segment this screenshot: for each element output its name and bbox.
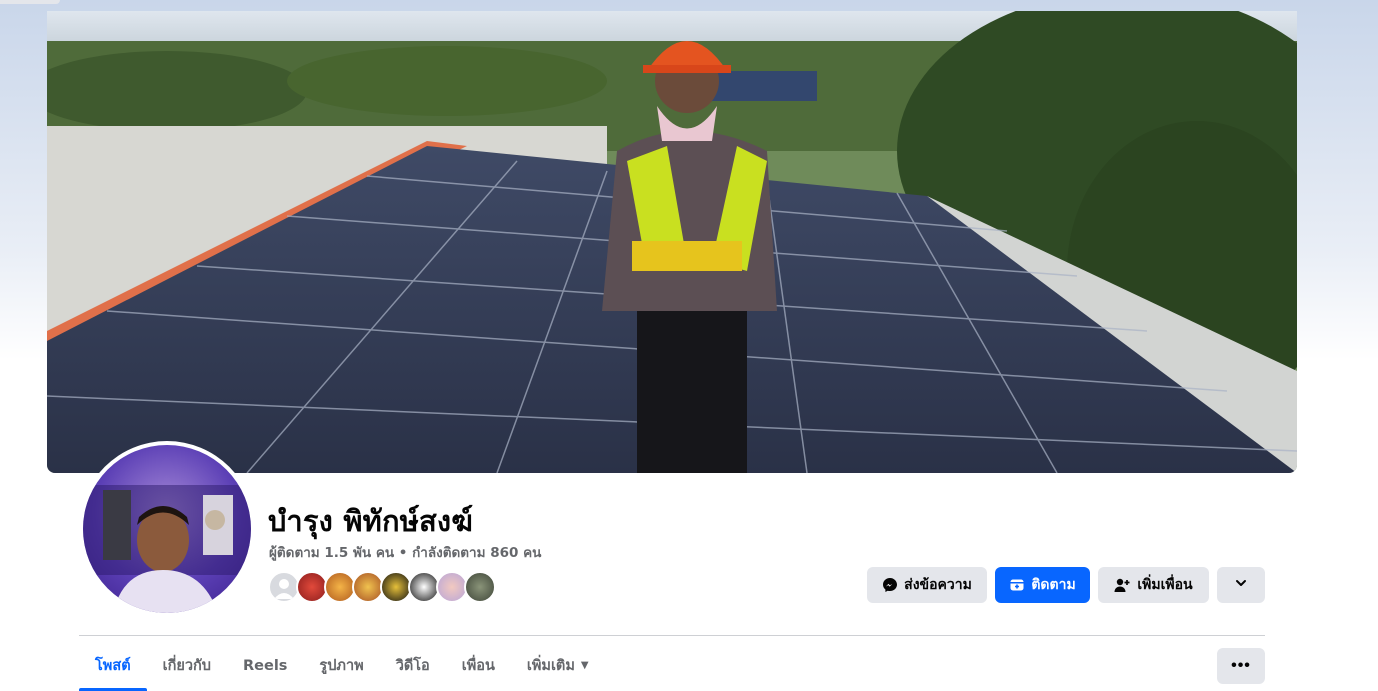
tab-photos[interactable]: รูปภาพ [303,640,379,691]
tab-label: วิดีโอ [395,658,430,674]
tab-videos[interactable]: วิดีโอ [380,640,446,691]
tab-about[interactable]: เกี่ยวกับ [147,640,227,691]
follow-button-label: ติดตาม [1031,577,1076,593]
add-friend-button-label: เพิ่มเพื่อน [1137,577,1193,593]
tab-friends[interactable]: เพื่อน [446,640,511,691]
tab-label: Reels [242,657,288,674]
mutual-friends-avatars[interactable] [268,571,496,603]
messenger-icon [882,577,898,593]
tab-label: เพื่อน [461,658,495,674]
tab-label: เพิ่มเติม [526,658,575,674]
header-divider [79,635,1265,636]
tab-more[interactable]: เพิ่มเติม ▼ [511,640,605,691]
follow-icon [1009,577,1025,593]
more-options-button[interactable] [1217,567,1265,603]
profile-tabs: โพสต์ เกี่ยวกับ Reels รูปภาพ วิดีโอ เพื่… [79,640,605,691]
cover-photo-image [47,11,1297,473]
add-friend-button[interactable]: เพิ่มเพื่อน [1098,567,1209,603]
profile-follow-stats[interactable]: ผู้ติดตาม 1.5 พัน คน • กำลังติดตาม 860 ค… [269,541,541,563]
tab-label: เกี่ยวกับ [162,658,211,674]
tab-label: โพสต์ [95,658,131,674]
profile-name: บำรุง พิทักษ์สงฆ์ [268,504,474,538]
caret-down-icon: ▼ [580,660,589,671]
tab-label: รูปภาพ [319,658,364,674]
profile-avatar[interactable] [79,441,255,617]
profile-actions: ส่งข้อความ ติดตาม เพิ่มเพื่อน [867,567,1265,603]
follow-button[interactable]: ติดตาม [995,567,1090,603]
message-button-label: ส่งข้อความ [904,577,972,593]
tab-reels[interactable]: Reels [227,640,303,691]
avatar-image [83,445,251,613]
message-button[interactable]: ส่งข้อความ [867,567,987,603]
add-friend-icon [1114,577,1131,593]
chevron-down-icon [1234,576,1248,594]
tab-posts[interactable]: โพสต์ [79,640,147,691]
ellipsis-icon: ••• [1231,657,1251,674]
friend-avatar[interactable] [464,571,496,603]
tabs-more-button[interactable]: ••• [1217,648,1265,684]
cover-photo[interactable] [47,11,1297,473]
topbar-edge [0,0,60,4]
